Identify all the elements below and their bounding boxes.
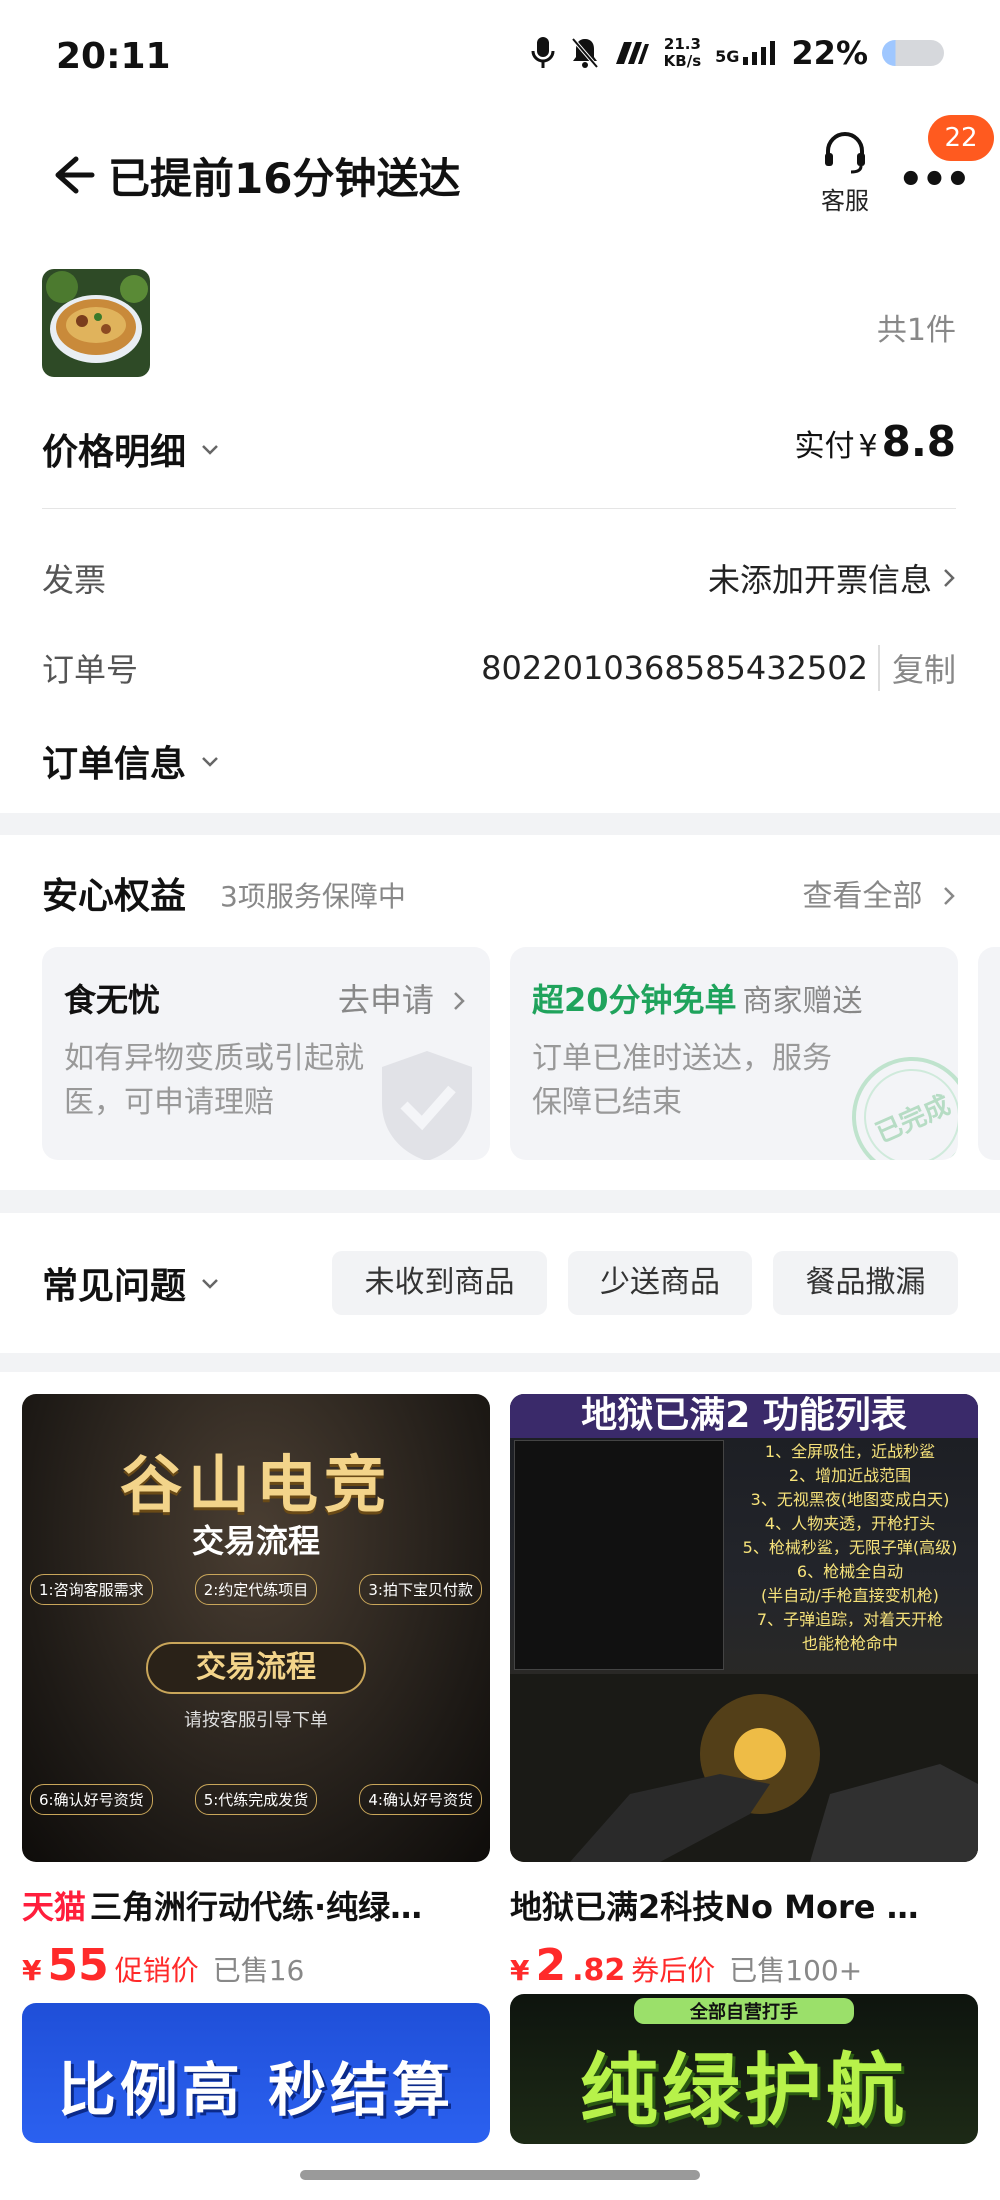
battery-icon (882, 40, 944, 66)
benefit-card-partial[interactable] (978, 947, 1000, 1160)
notification-badge: 22 (928, 115, 994, 161)
faq-chip-not-received[interactable]: 未收到商品 (332, 1251, 547, 1315)
battery-percent: 22% (791, 34, 868, 72)
page-title: 已提前16分钟送达 (108, 154, 461, 203)
benefit-description: 如有异物变质或引起就医，可申请理赔 (64, 1041, 364, 1120)
product-image[interactable]: 地狱已满2 功能列表 1、全屏吸住，近战秒鲨 2、增加近战范围 3、无视黑夜(地… (510, 1394, 978, 1862)
order-number-row: 8022010368585432502 复制 (481, 645, 956, 691)
status-time: 20:11 (56, 36, 171, 77)
invoice-label: 发票 (42, 561, 107, 599)
product-image[interactable]: 谷山电竞 交易流程 1:咨询客服需求 2:约定代练项目 3:拍下宝贝付款 交易流… (22, 1394, 490, 1862)
chevron-down-icon (202, 757, 218, 767)
process-steps-top: 1:咨询客服需求 2:约定代练项目 3:拍下宝贝付款 (30, 1574, 482, 1605)
benefits-card: 安心权益 3项服务保障中 查看全部 食无忧 去申请 如有异物变质或引起就医，可申… (0, 835, 1000, 1190)
chevron-down-icon (202, 445, 218, 455)
item-count: 共1件 (876, 313, 956, 348)
order-info-toggle[interactable]: 订单信息 (42, 735, 220, 787)
headset-icon (825, 132, 865, 174)
chevron-right-icon (454, 992, 465, 1010)
benefit-title: 食无忧 (64, 981, 161, 1019)
order-number-label: 订单号 (42, 651, 139, 689)
status-icons: 21.3 KB/s 5G 22% (530, 34, 944, 72)
paid-amount: 实付 ¥ 8.8 (794, 417, 957, 466)
microphone-icon (531, 37, 555, 68)
app-notification-icon (615, 42, 649, 64)
product-title: 地狱已满2科技No More … (510, 1888, 919, 1926)
menu-screenshot (514, 1440, 724, 1670)
more-options-icon[interactable]: ••• (898, 157, 971, 203)
mute-bell-icon (571, 37, 599, 69)
page-header: 已提前16分钟送达 客服 ••• 22 (0, 115, 1000, 235)
recommendation-grid: 谷山电竞 交易流程 1:咨询客服需求 2:约定代练项目 3:拍下宝贝付款 交易流… (0, 1372, 1000, 2200)
home-indicator[interactable] (300, 2170, 700, 2180)
process-steps-bottom: 6:确认好号资货 5:代练完成发货 4:确认好号资货 (30, 1784, 482, 1815)
product-card[interactable]: 全部自营打手 纯绿护航 (510, 1994, 978, 2144)
network-speed: 21.3 KB/s (663, 35, 702, 70)
view-all-link[interactable]: 查看全部 (802, 871, 956, 915)
product-title: 天猫 三角洲行动代练·纯绿… (22, 1888, 423, 1926)
product-card[interactable]: 比例高 秒结算 (22, 2003, 490, 2143)
product-image[interactable]: 比例高 秒结算 (22, 2003, 490, 2143)
feature-list: 1、全屏吸住，近战秒鲨 2、增加近战范围 3、无视黑夜(地图变成白天) 4、人物… (742, 1442, 958, 1653)
back-arrow-icon[interactable] (40, 145, 100, 205)
signal-icon: 5G (715, 41, 777, 65)
benefit-title: 超20分钟免单 商家赠送 (532, 981, 863, 1019)
benefits-subtitle: 3项服务保障中 (220, 880, 406, 913)
tmall-badge: 天猫 (22, 1888, 87, 1926)
game-scene (510, 1674, 978, 1862)
benefits-title: 安心权益 (42, 876, 187, 917)
copy-button[interactable]: 复制 (877, 645, 956, 691)
customer-service-button[interactable]: 客服 (805, 129, 885, 216)
product-image[interactable]: 全部自营打手 纯绿护航 (510, 1994, 978, 2144)
chevron-down-icon (202, 1279, 218, 1289)
shield-check-icon (382, 1051, 472, 1160)
order-number: 8022010368585432502 (481, 649, 868, 687)
price-detail-toggle[interactable]: 价格明细 (42, 423, 220, 475)
faq-card: 常见问题 未收到商品 少送商品 餐品撒漏 (0, 1213, 1000, 1353)
on-time-guarantee-card[interactable]: 超20分钟免单 商家赠送 订单已准时送达，服务保障已结束 已完成 (510, 947, 958, 1160)
product-card[interactable]: 地狱已满2 功能列表 1、全屏吸住，近战秒鲨 2、增加近战范围 3、无视黑夜(地… (510, 1394, 978, 1991)
divider (42, 508, 956, 509)
order-card: 共1件 价格明细 实付 ¥ 8.8 发票 未添加开票信息 订单号 8022010… (0, 235, 1000, 813)
chevron-right-icon (944, 569, 955, 587)
chevron-right-icon (944, 887, 955, 905)
apply-link[interactable]: 去申请 (338, 975, 466, 1021)
invoice-value-link[interactable]: 未添加开票信息 (708, 555, 956, 601)
customer-service-label: 客服 (821, 187, 869, 215)
faq-toggle[interactable]: 常见问题 (42, 1257, 220, 1309)
product-price: ¥55 促销价 已售16 (22, 1940, 305, 1991)
food-safety-card[interactable]: 食无忧 去申请 如有异物变质或引起就医，可申请理赔 (42, 947, 490, 1160)
benefit-description: 订单已准时送达，服务保障已结束 (532, 1041, 832, 1120)
status-bar: 20:11 21.3 KB/s 5G 22% (0, 0, 1000, 115)
product-price: ¥2.82 券后价 已售100+ (510, 1940, 863, 1991)
faq-chip-missing-items[interactable]: 少送商品 (568, 1251, 752, 1315)
food-thumbnail[interactable] (42, 269, 150, 377)
faq-chip-spilled[interactable]: 餐品撒漏 (773, 1251, 958, 1315)
product-card[interactable]: 谷山电竞 交易流程 1:咨询客服需求 2:约定代练项目 3:拍下宝贝付款 交易流… (22, 1394, 490, 1991)
